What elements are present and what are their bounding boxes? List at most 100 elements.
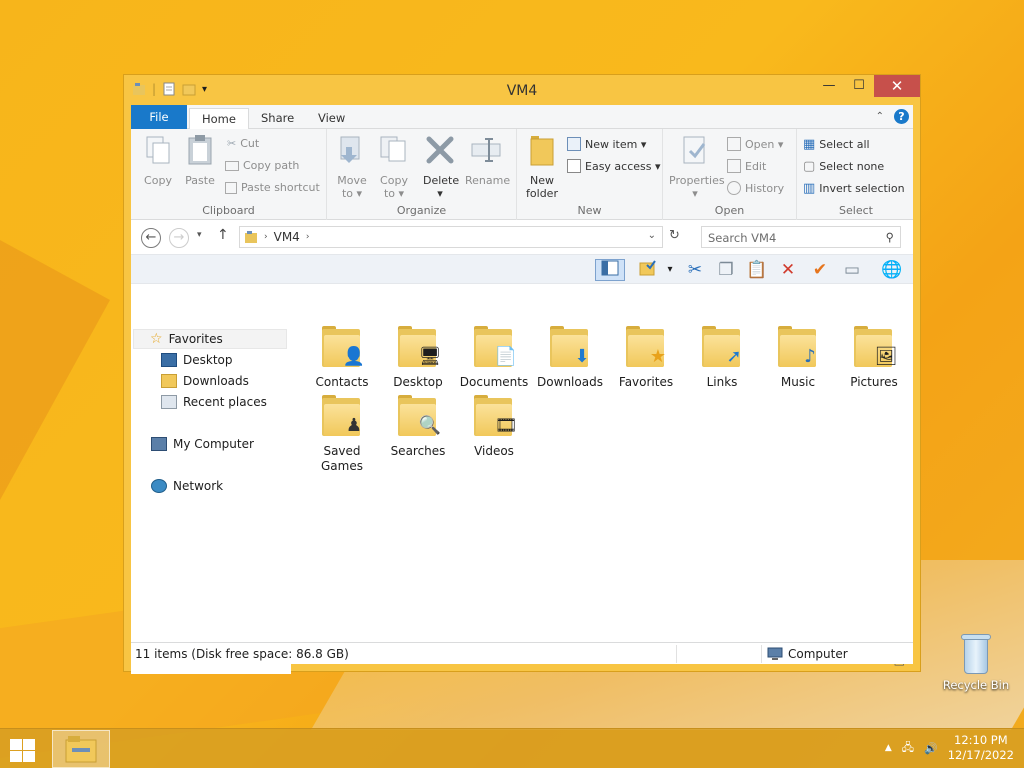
- taskbar: ▲ 🖧 🔊 12:10 PM 12/17/2022: [0, 728, 1024, 768]
- tab-file[interactable]: File: [131, 105, 187, 129]
- folder-icon: [245, 231, 257, 243]
- picture-icon: 🖼: [874, 346, 898, 367]
- music-note-icon: ♪: [804, 346, 816, 367]
- open-group: Properties ▾ Open ▾ Edit History Open: [663, 129, 797, 220]
- rename-icon[interactable]: ▭: [841, 259, 863, 281]
- folder-icon: ➚: [698, 323, 746, 371]
- select-none-button[interactable]: ▢ Select none: [803, 159, 884, 174]
- system-tray: ▲ 🖧 🔊 12:10 PM 12/17/2022: [885, 733, 1014, 763]
- open-icon: [727, 137, 741, 151]
- copy-button[interactable]: Copy: [141, 133, 175, 187]
- back-button[interactable]: ←: [141, 228, 161, 248]
- new-group: New folder New item ▾ Easy access ▾ New: [517, 129, 663, 220]
- nav-item-desktop[interactable]: Desktop: [161, 353, 233, 367]
- folder-pictures[interactable]: 🖼 Pictures: [839, 323, 909, 389]
- copy-icon[interactable]: ❐: [715, 259, 737, 281]
- file-explorer-icon: [65, 736, 97, 763]
- address-dropdown-icon[interactable]: ⌄: [648, 230, 656, 241]
- invert-selection-button[interactable]: ▥ Invert selection: [803, 181, 905, 196]
- taskbar-file-explorer[interactable]: [52, 730, 110, 768]
- cut-icon[interactable]: ✂: [684, 259, 706, 281]
- copy-path-button[interactable]: Copy path: [225, 159, 299, 172]
- rename-button[interactable]: Rename: [465, 133, 510, 187]
- status-computer: Computer: [788, 647, 848, 661]
- folder-desktop[interactable]: 🖥 Desktop: [383, 323, 453, 389]
- film-icon: 🎞: [494, 415, 518, 436]
- nav-item-network[interactable]: Network: [151, 479, 223, 493]
- refresh-icon[interactable]: ↻: [669, 228, 680, 243]
- globe-icon[interactable]: 🌐: [881, 259, 903, 281]
- recycle-bin[interactable]: Recycle Bin: [940, 632, 1012, 692]
- help-icon[interactable]: ?: [894, 109, 909, 124]
- chevron-down-icon[interactable]: ▾: [659, 259, 681, 281]
- rename-icon: [471, 138, 501, 162]
- copy-to-button[interactable]: Copy to ▾: [377, 133, 411, 200]
- paste-icon[interactable]: 📋: [746, 259, 768, 281]
- layout-pane-button[interactable]: [595, 259, 625, 281]
- clock[interactable]: 12:10 PM 12/17/2022: [948, 733, 1014, 763]
- breadcrumb-separator-icon: ›: [264, 232, 268, 242]
- network-status-icon[interactable]: 🖧: [902, 739, 914, 758]
- folder-documents[interactable]: 📄 Documents: [459, 323, 529, 389]
- up-arrow-icon[interactable]: ↑: [217, 227, 229, 243]
- nav-item-recent-places[interactable]: Recent places: [161, 395, 267, 409]
- paste-button[interactable]: Paste: [183, 133, 217, 187]
- history-button[interactable]: History: [727, 181, 784, 195]
- address-bar[interactable]: › VM4 › ⌄: [239, 226, 663, 248]
- new-folder-button[interactable]: New folder: [523, 133, 561, 200]
- folder-icon: ♪: [774, 323, 822, 371]
- new-item-button[interactable]: New item ▾: [567, 137, 646, 151]
- folder-options-button[interactable]: [637, 259, 659, 281]
- network-icon: [151, 479, 167, 493]
- search-input[interactable]: Search VM4 ⚲: [701, 226, 901, 248]
- folder-icon: 🔍: [394, 392, 442, 440]
- delete-icon[interactable]: ✕: [777, 259, 799, 281]
- folder-videos[interactable]: 🎞 Videos: [459, 392, 529, 458]
- maximize-button[interactable]: ☐: [844, 75, 874, 97]
- folder-options-icon: [639, 260, 656, 276]
- breadcrumb-vm4[interactable]: VM4: [274, 230, 300, 244]
- tab-view[interactable]: View: [306, 108, 357, 129]
- group-label: Organize: [396, 204, 447, 217]
- minimize-button[interactable]: —: [814, 75, 844, 97]
- downloads-icon: [161, 374, 177, 388]
- show-hidden-icons-icon[interactable]: ▲: [885, 743, 892, 753]
- close-button[interactable]: ✕: [874, 75, 920, 97]
- cut-button[interactable]: ✂ Cut: [227, 137, 259, 150]
- recent-locations-icon[interactable]: ▾: [197, 230, 202, 240]
- checkmark-icon[interactable]: ✔: [809, 259, 831, 281]
- folder-contacts[interactable]: 👤 Contacts: [307, 323, 377, 389]
- recycle-bin-icon: [958, 632, 994, 676]
- tab-share[interactable]: Share: [249, 108, 306, 129]
- star-icon: ★: [649, 346, 667, 367]
- folder-downloads[interactable]: ⬇ Downloads: [535, 323, 605, 389]
- delete-button[interactable]: Delete ▾: [423, 133, 459, 200]
- title-bar[interactable]: | ▾ VM4 — ☐ ✕: [124, 75, 920, 105]
- properties-button[interactable]: Properties ▾: [669, 133, 725, 200]
- collapse-ribbon-icon[interactable]: ⌃: [876, 111, 884, 122]
- folder-icon: ⬇: [546, 323, 594, 371]
- folder-saved-games[interactable]: ♟ Saved Games: [307, 392, 377, 474]
- select-all-button[interactable]: ▦ Select all: [803, 137, 870, 152]
- start-button[interactable]: [8, 737, 36, 763]
- recycle-bin-label: Recycle Bin: [942, 678, 1010, 692]
- folder-music[interactable]: ♪ Music: [763, 323, 833, 389]
- breadcrumb-separator-icon[interactable]: ›: [306, 232, 310, 242]
- volume-icon[interactable]: 🔊: [924, 742, 938, 755]
- tab-home[interactable]: Home: [189, 108, 249, 130]
- nav-item-downloads[interactable]: Downloads: [161, 374, 249, 388]
- folder-searches[interactable]: 🔍 Searches: [383, 392, 453, 458]
- nav-item-my-computer[interactable]: My Computer: [151, 437, 254, 451]
- folder-icon: 🖥: [394, 323, 442, 371]
- forward-button[interactable]: →: [169, 228, 189, 248]
- paste-shortcut-button[interactable]: Paste shortcut: [225, 181, 320, 194]
- open-button[interactable]: Open ▾: [727, 137, 783, 151]
- edit-button[interactable]: Edit: [727, 159, 766, 173]
- documents-icon: 📄: [494, 346, 518, 367]
- window-title: VM4: [506, 83, 538, 99]
- folder-favorites[interactable]: ★ Favorites: [611, 323, 681, 389]
- nav-item-favorites[interactable]: ☆ Favorites: [133, 329, 287, 349]
- move-to-button[interactable]: Move to ▾: [335, 133, 369, 200]
- folder-links[interactable]: ➚ Links: [687, 323, 757, 389]
- easy-access-button[interactable]: Easy access ▾: [567, 159, 661, 173]
